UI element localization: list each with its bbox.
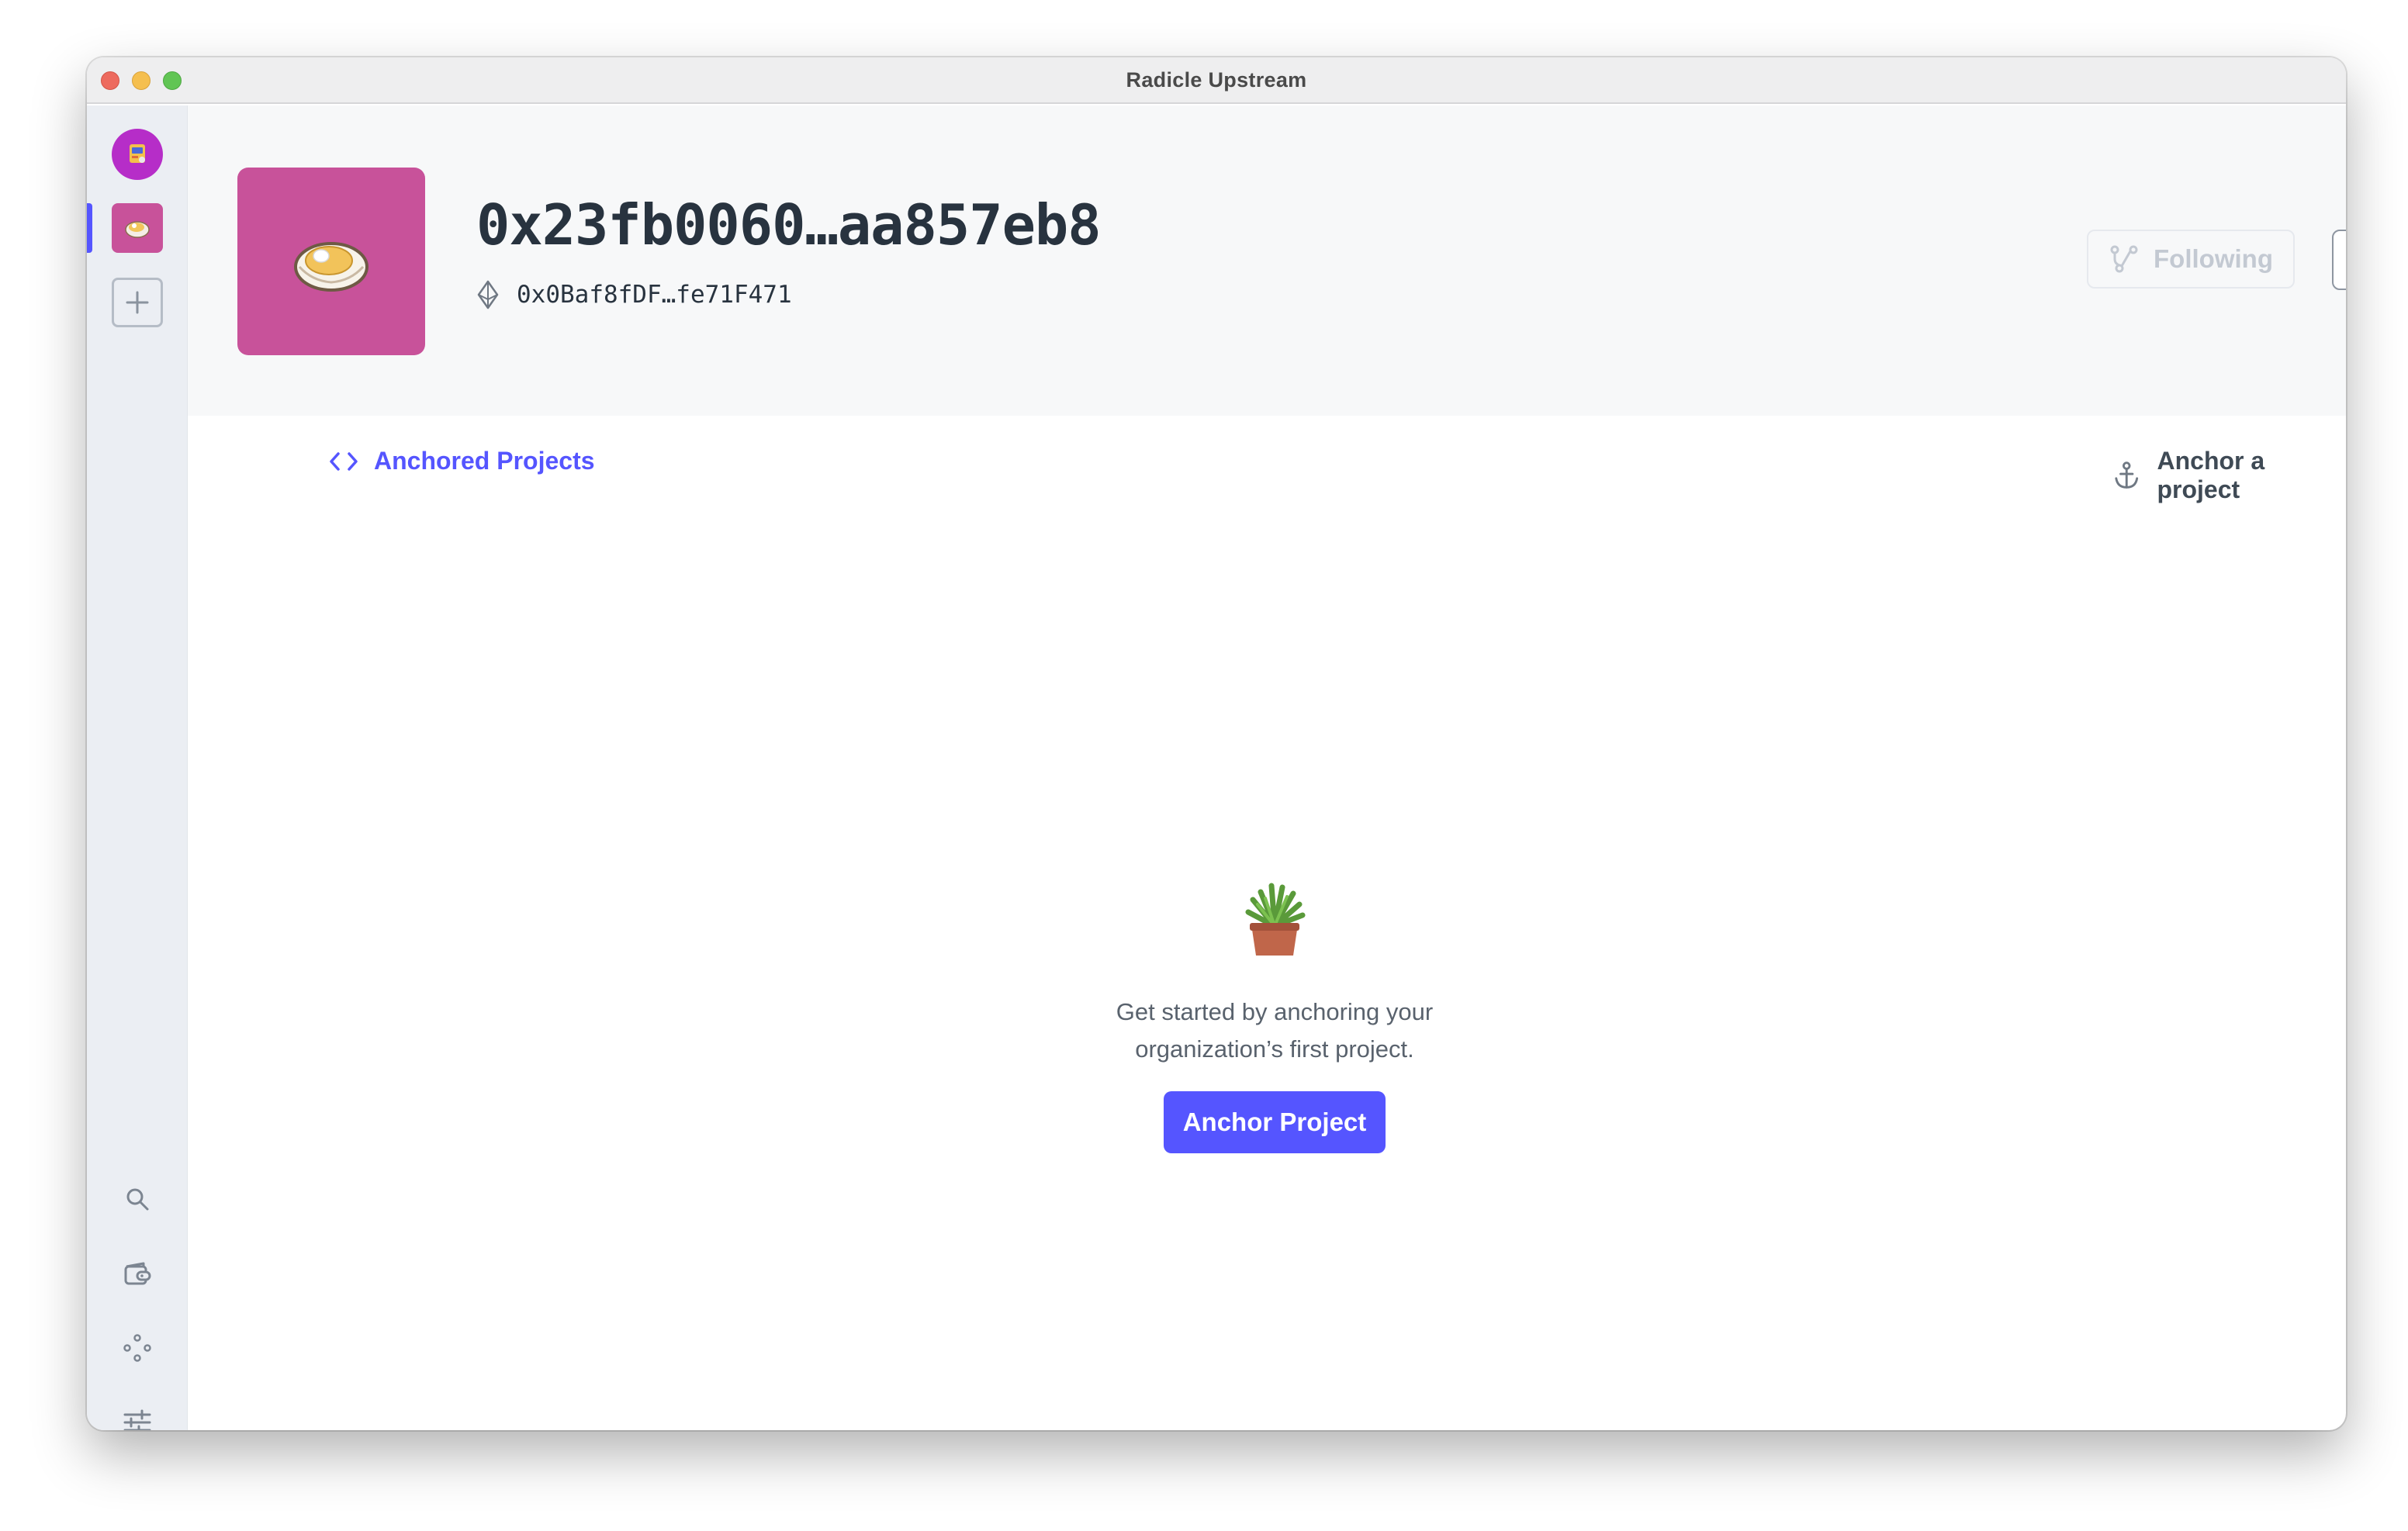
search-button[interactable] xyxy=(122,1184,153,1215)
settings-icon xyxy=(123,1409,151,1430)
active-indicator xyxy=(87,203,92,253)
more-options-button[interactable] xyxy=(2332,230,2346,290)
window-title: Radicle Upstream xyxy=(1126,68,1307,92)
user-avatar[interactable] xyxy=(112,129,163,180)
sidebar-item-org[interactable] xyxy=(112,203,163,253)
anchor-icon xyxy=(2115,461,2139,489)
org-name: 0x23fb0060…aa857eb8 xyxy=(476,192,1102,257)
app-window: Radicle Upstream 0x23fb0060…aa857eb8 0x0… xyxy=(87,57,2346,1430)
network-button[interactable] xyxy=(122,1332,153,1363)
network-icon xyxy=(123,1334,151,1362)
empty-state-line-2: organization’s first project. xyxy=(1135,1035,1414,1063)
empty-state-line-1: Get started by anchoring your xyxy=(1116,998,1434,1025)
sidebar xyxy=(87,105,188,1430)
ethereum-icon xyxy=(477,280,499,309)
oyster-icon xyxy=(125,221,150,238)
anchor-a-project-label: Anchor a project xyxy=(2157,447,2265,503)
empty-state-text: Get started by anchoring your organizati… xyxy=(1081,994,1469,1068)
potted-plant-icon xyxy=(1245,883,1306,956)
anchor-a-project-button[interactable]: Anchor a project xyxy=(2113,447,2346,504)
org-header: 0x23fb0060…aa857eb8 0x0Baf8fDF…fe71F471 … xyxy=(188,105,2346,416)
search-icon xyxy=(126,1188,149,1211)
avatar-icon xyxy=(130,144,145,163)
code-brackets-icon xyxy=(330,451,358,471)
org-address-text[interactable]: 0x0Baf8fDF…fe71F471 xyxy=(517,281,792,309)
plus-icon xyxy=(126,291,149,314)
wallet-button[interactable] xyxy=(122,1258,153,1289)
org-address: 0x0Baf8fDF…fe71F471 xyxy=(476,279,792,310)
add-org-button[interactable] xyxy=(112,278,163,327)
oyster-icon xyxy=(294,242,368,292)
settings-button[interactable] xyxy=(122,1407,153,1430)
anchor-project-button[interactable]: Anchor Project xyxy=(1164,1091,1386,1153)
following-button[interactable]: Following xyxy=(2087,230,2295,289)
following-label: Following xyxy=(2154,244,2273,273)
wallet-icon xyxy=(124,1262,151,1285)
title-bar: Radicle Upstream xyxy=(87,57,2346,104)
tab-anchored-projects[interactable]: Anchored Projects xyxy=(329,447,595,475)
empty-state: Get started by anchoring your organizati… xyxy=(1081,881,1469,1153)
tab-anchored-projects-label: Anchored Projects xyxy=(374,447,595,475)
org-avatar xyxy=(237,168,425,355)
network-fork-icon xyxy=(2110,245,2138,273)
